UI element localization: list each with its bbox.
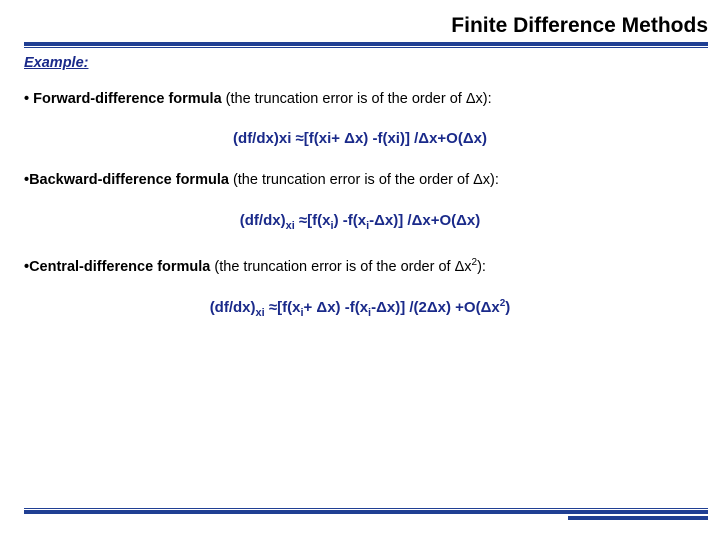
content-area: Example: • Forward-difference formula (t…	[0, 48, 720, 321]
footer-rule-stub	[568, 516, 708, 520]
forward-bullet-rest: (the truncation error is of the order of…	[222, 91, 492, 107]
backward-bullet-rest: (the truncation error is of the order of…	[229, 172, 499, 188]
footer-rule	[24, 508, 708, 514]
footer-rule-thick	[24, 510, 708, 514]
forward-bullet: • Forward-difference formula (the trunca…	[24, 90, 696, 110]
central-bullet-rest-a: (the truncation error is of the order of…	[210, 259, 471, 275]
backward-bullet-bold: •Backward-difference formula	[24, 172, 229, 188]
central-formula: (df/dx)xi ≈[f(xi+ Δx) -f(xi-Δx)] /(2Δx) …	[24, 297, 696, 321]
footer-rule-thin	[24, 508, 708, 509]
central-bullet-rest-b: ):	[477, 259, 486, 275]
central-bullet: •Central-difference formula (the truncat…	[24, 256, 696, 277]
central-bullet-bold: •Central-difference formula	[24, 259, 210, 275]
forward-bullet-bold: • Forward-difference formula	[24, 91, 222, 107]
backward-formula: (df/dx)xi ≈[f(xi) -f(xi-Δx)] /Δx+O(Δx)	[24, 211, 696, 234]
backward-bullet: •Backward-difference formula (the trunca…	[24, 171, 696, 191]
example-heading: Example:	[24, 54, 696, 74]
title-rule-thick	[24, 42, 708, 46]
forward-formula: (df/dx)xi ≈[f(xi+ Δx) -f(xi)] /Δx+O(Δx)	[24, 129, 696, 149]
page-title: Finite Difference Methods	[0, 0, 720, 42]
